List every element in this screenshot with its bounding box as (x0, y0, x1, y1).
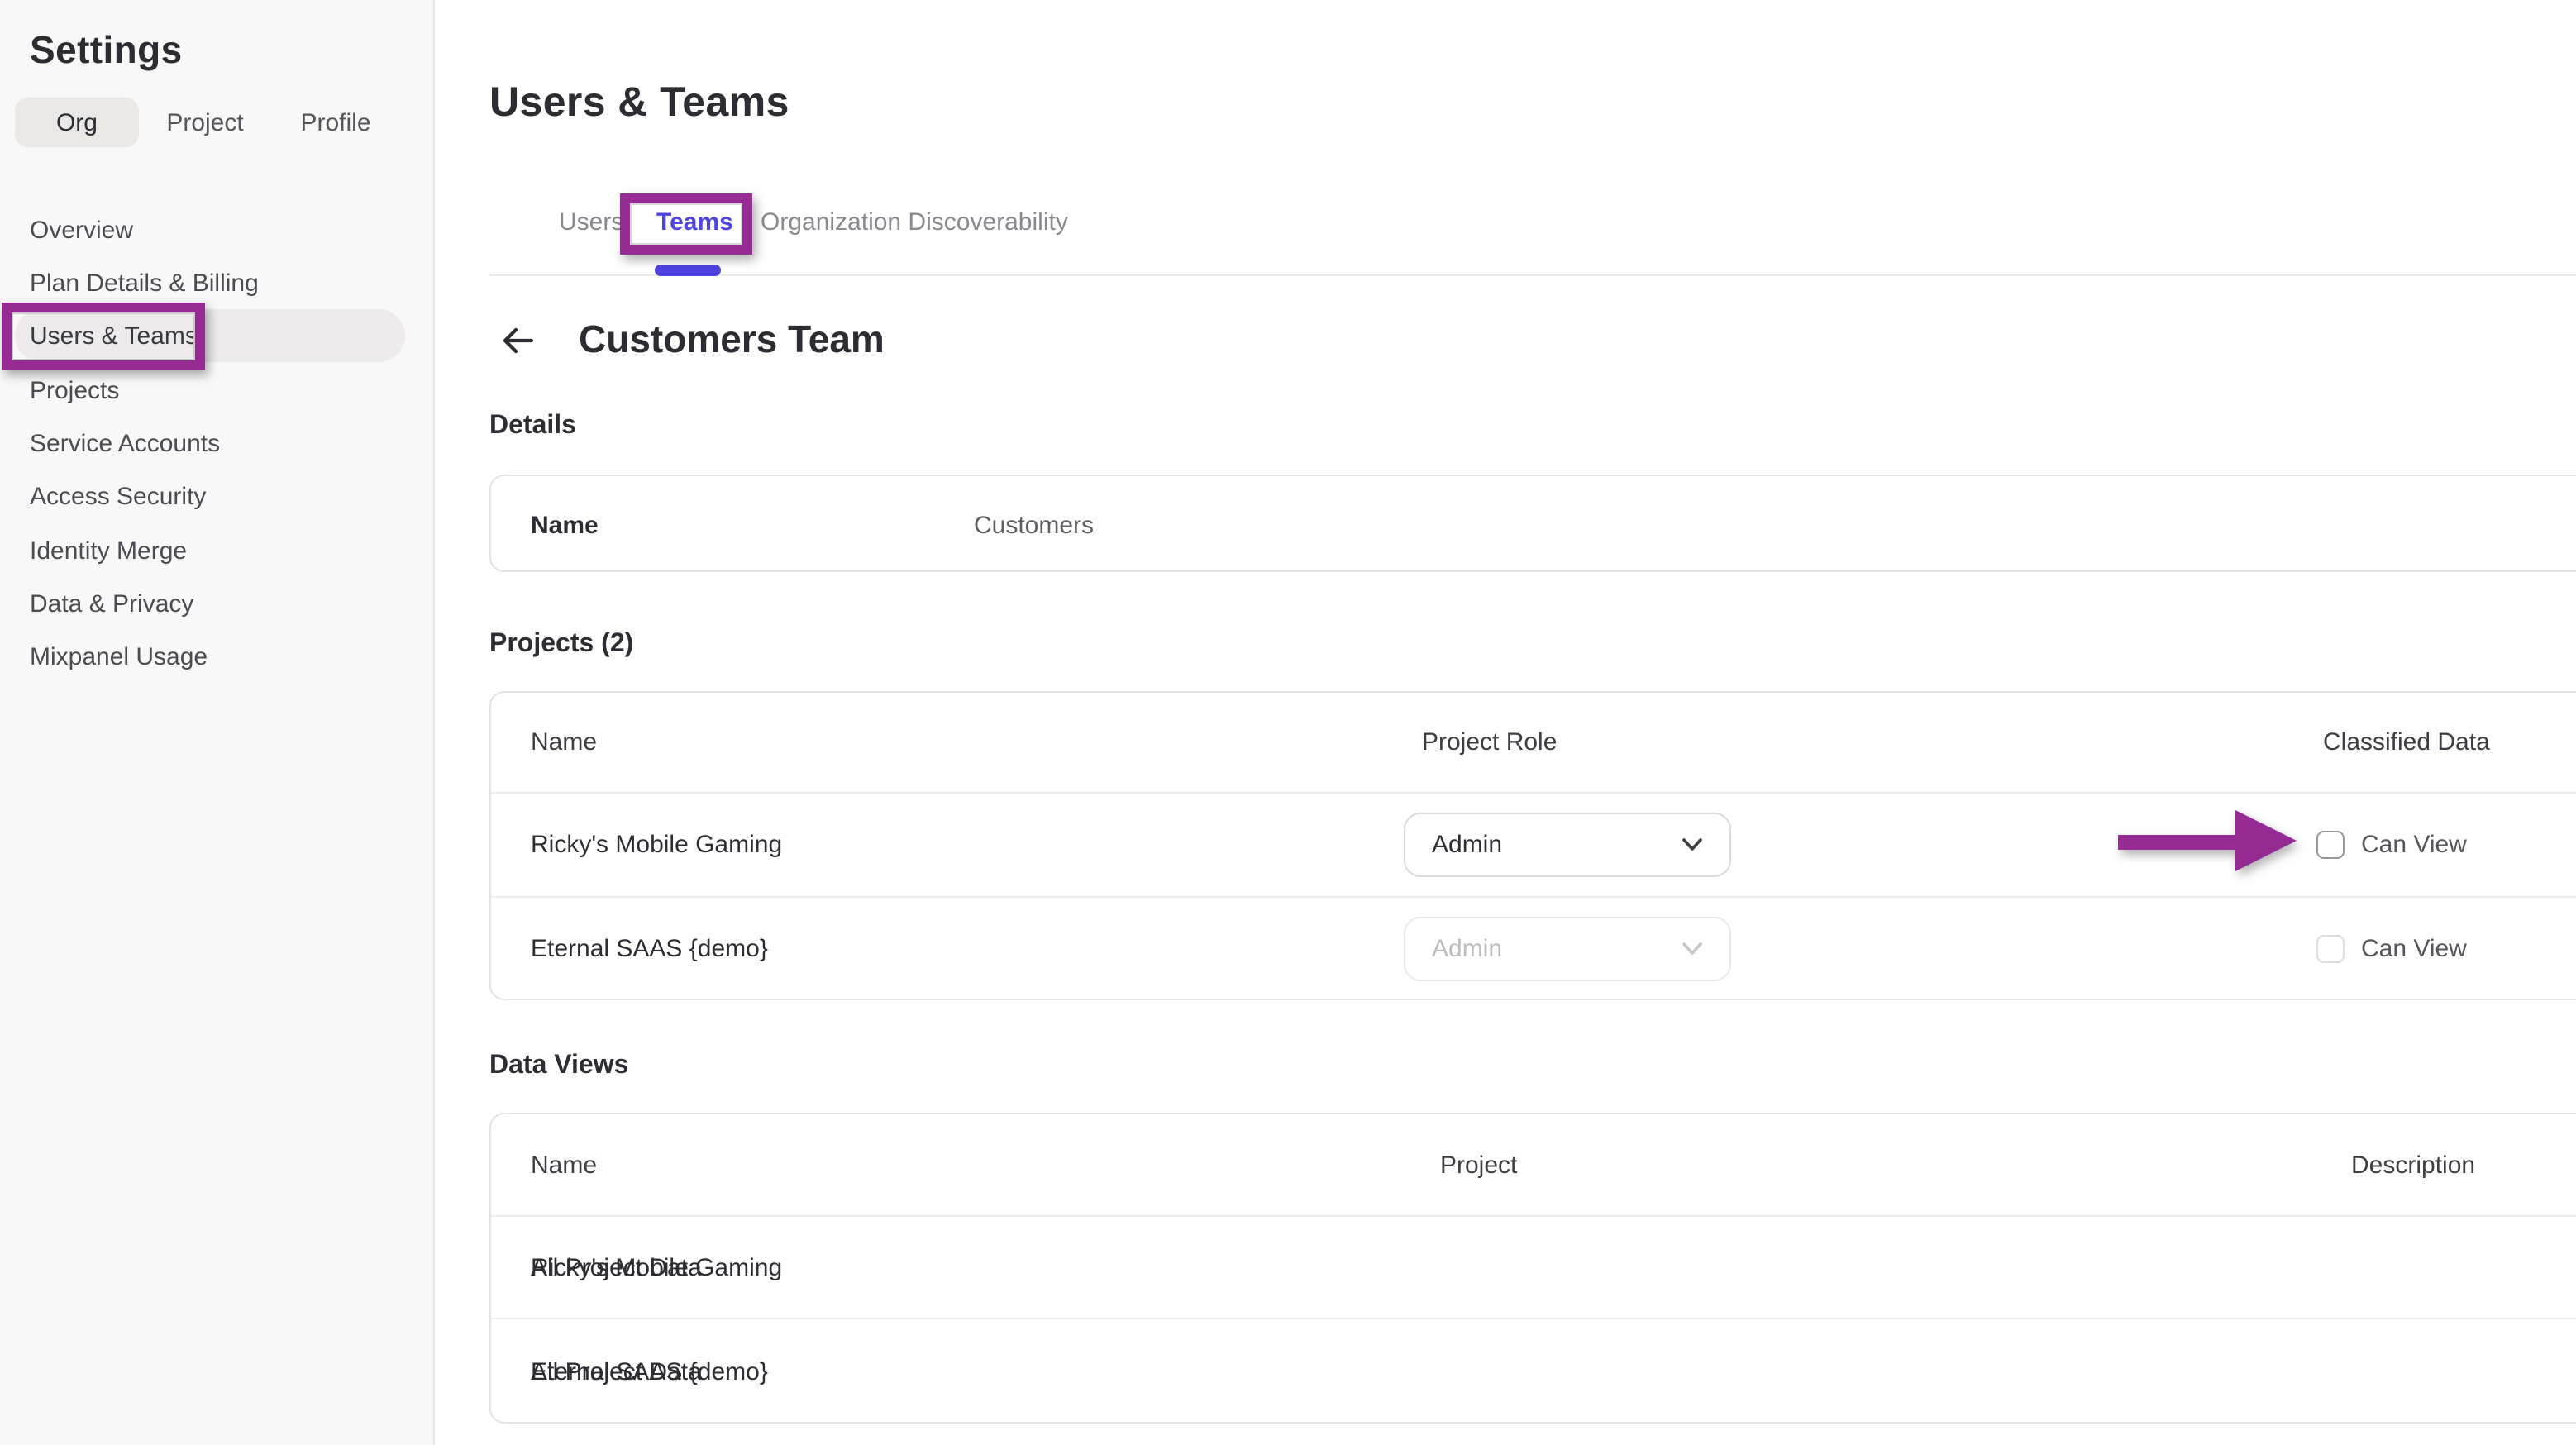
col-header-project-role: Project Role (1422, 728, 1557, 756)
data-view-row-eternal-saas: All Project Data Eternal SAAS {demo} (491, 1318, 2576, 1425)
data-view-project: Ricky's Mobile Gaming (531, 1253, 782, 1281)
project-name: Ricky's Mobile Gaming (531, 831, 782, 859)
sidebar-item-access-security[interactable]: Access Security (0, 470, 435, 522)
sidebar-item-overview[interactable]: Overview (0, 203, 435, 256)
sidebar-item-mixpanel-usage[interactable]: Mixpanel Usage (0, 630, 435, 683)
project-name: Eternal SAAS {demo} (531, 935, 768, 963)
scope-tab-project[interactable]: Project (155, 98, 255, 147)
arrow-left-icon (498, 341, 537, 365)
details-heading: Details (489, 412, 576, 441)
tab-users[interactable]: Users (559, 208, 623, 236)
project-row-rickys: Ricky's Mobile Gaming Admin Can View (491, 792, 2576, 896)
projects-table: Name Project Role Classified Data Ricky'… (489, 691, 2576, 1000)
sidebar-item-data-privacy[interactable]: Data & Privacy (0, 577, 435, 630)
tab-teams[interactable]: Teams (656, 208, 733, 236)
col-header-classified-data: Classified Data (2323, 728, 2490, 756)
data-views-header-row: Name Project Description (491, 1114, 2576, 1215)
main-content: Users & Teams Users Teams Organization D… (435, 0, 2576, 1445)
classified-data-cell: Can View (2316, 831, 2467, 859)
col-header-description: Description (2351, 1151, 2475, 1179)
sidebar-item-projects[interactable]: Projects (0, 364, 435, 417)
sidebar-item-service-accounts[interactable]: Service Accounts (0, 417, 435, 470)
chevron-down-icon (1682, 942, 1703, 956)
project-row-eternal-saas: Eternal SAAS {demo} Admin Can View (491, 896, 2576, 1000)
data-view-row-rickys: All Project Data Ricky's Mobile Gaming (491, 1215, 2576, 1318)
page-title: Users & Teams (489, 79, 789, 127)
col-header-name: Name (531, 728, 597, 756)
sidebar-title: Settings (30, 28, 183, 73)
sidebar-item-users-teams[interactable]: Users & Teams (0, 309, 435, 362)
back-button[interactable] (494, 317, 541, 364)
can-view-checkbox[interactable] (2316, 831, 2345, 859)
data-view-project: Eternal SAAS {demo} (531, 1358, 768, 1386)
sidebar-item-plan-billing[interactable]: Plan Details & Billing (0, 256, 435, 309)
scope-tab-profile[interactable]: Profile (286, 98, 385, 147)
col-header-name: Name (531, 1151, 597, 1179)
chevron-down-icon (1682, 837, 1703, 852)
scope-tabs: Org Project Profile (0, 98, 435, 147)
details-name-value: Customers (974, 511, 1094, 539)
tab-organization-discoverability[interactable]: Organization Discoverability (761, 208, 1068, 236)
col-header-project: Project (1440, 1151, 1517, 1179)
projects-heading: Projects (2) (489, 630, 633, 660)
active-tab-indicator (655, 265, 721, 276)
project-role-select[interactable]: Admin (1404, 813, 1731, 877)
sidebar-item-identity-merge[interactable]: Identity Merge (0, 524, 435, 577)
can-view-label: Can View (2361, 935, 2467, 963)
team-title: Customers Team (579, 317, 885, 362)
classified-data-cell: Can View (2316, 935, 2467, 963)
settings-sidebar: Settings Org Project Profile Overview Pl… (0, 0, 435, 1445)
details-row: Name Customers (491, 476, 2576, 574)
details-card: Name Customers (489, 475, 2576, 572)
settings-page: Settings Org Project Profile Overview Pl… (0, 0, 2576, 1445)
data-views-heading: Data Views (489, 1052, 628, 1081)
tab-divider (489, 274, 2576, 276)
project-role-value: Admin (1432, 935, 1502, 963)
scope-tab-org[interactable]: Org (15, 98, 139, 147)
can-view-label: Can View (2361, 831, 2467, 859)
details-name-label: Name (531, 511, 599, 539)
can-view-checkbox[interactable] (2316, 935, 2345, 963)
project-role-value: Admin (1432, 831, 1502, 859)
project-role-select-disabled: Admin (1404, 917, 1731, 981)
data-views-table: Name Project Description All Project Dat… (489, 1113, 2576, 1424)
projects-header-row: Name Project Role Classified Data (491, 693, 2576, 792)
